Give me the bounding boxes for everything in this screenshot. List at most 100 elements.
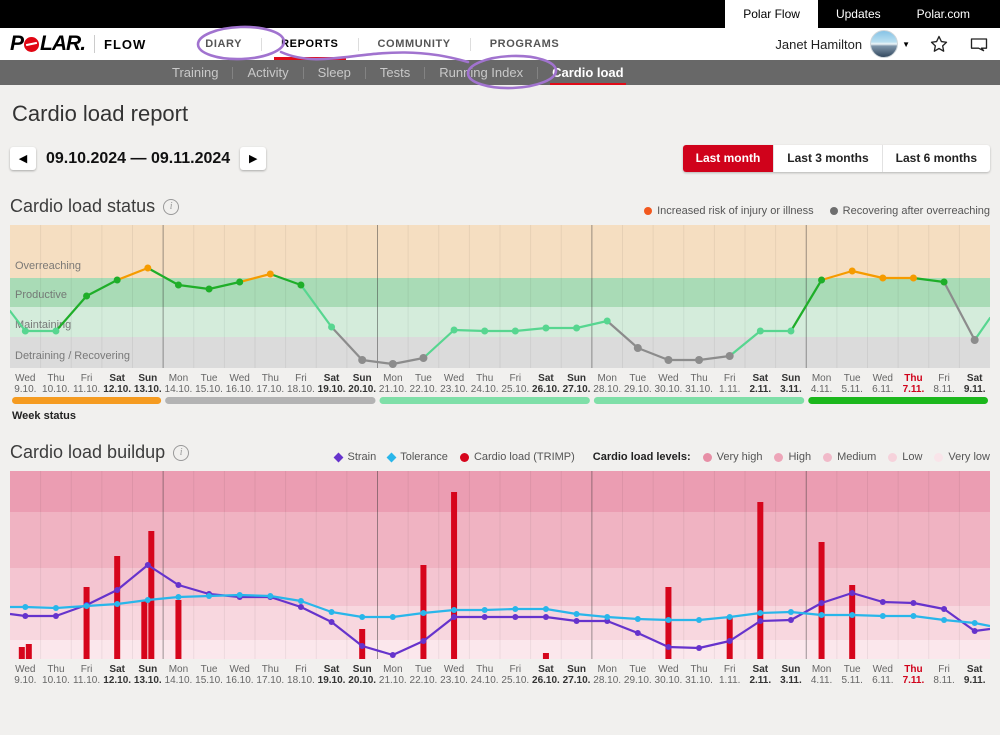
axis-day-label: Thu xyxy=(47,664,64,675)
subnav-item-sleep[interactable]: Sleep xyxy=(304,60,365,85)
zone-label-productive: Productive xyxy=(15,289,67,301)
status-info-icon[interactable]: i xyxy=(163,199,179,215)
axis-day-label: Sat xyxy=(753,373,769,384)
favorites-star-icon[interactable] xyxy=(928,33,950,55)
status-point xyxy=(297,282,304,289)
strain-point xyxy=(329,619,335,625)
user-name[interactable]: Janet Hamilton xyxy=(775,37,862,52)
axis-date-label: 23.10. xyxy=(440,384,468,395)
status-point xyxy=(634,344,642,352)
reports-subnav: TrainingActivitySleepTestsRunning IndexC… xyxy=(0,60,1000,85)
status-point xyxy=(22,328,29,335)
axis-date-label: 18.10. xyxy=(287,384,315,395)
topbar-tab-updates[interactable]: Updates xyxy=(818,0,899,28)
axis-date-label: 12.10. xyxy=(103,675,131,686)
axis-date-label: 30.10. xyxy=(655,384,683,395)
axis-day-label: Sun xyxy=(138,664,157,675)
axis-day-label: Sat xyxy=(967,664,983,675)
axis-date-label: 15.10. xyxy=(195,384,223,395)
status-point xyxy=(726,352,734,360)
legend-dot-icon xyxy=(774,453,783,462)
axis-date-label: 20.10. xyxy=(348,675,376,686)
buildup-info-icon[interactable]: i xyxy=(173,445,189,461)
status-point xyxy=(879,275,886,282)
status-point xyxy=(236,279,243,286)
axis-date-label: 2.11. xyxy=(749,384,771,395)
legend-label: Very high xyxy=(717,451,763,463)
axis-day-label: Sun xyxy=(138,373,157,384)
cardio-load-levels-label: Cardio load levels: xyxy=(593,451,691,463)
subnav-item-cardio-load[interactable]: Cardio load xyxy=(538,60,638,85)
axis-date-label: 24.10. xyxy=(471,384,499,395)
axis-date-label: 14.10. xyxy=(165,384,193,395)
nav-item-programs[interactable]: PROGRAMS xyxy=(471,28,579,60)
nav-item-reports[interactable]: REPORTS xyxy=(262,28,357,60)
topbar-tab-polar-com[interactable]: Polar.com xyxy=(899,0,988,28)
axis-date-label: 19.10. xyxy=(318,384,346,395)
status-point xyxy=(52,328,59,335)
axis-date-label: 16.10. xyxy=(226,384,254,395)
axis-day-label: Fri xyxy=(509,373,521,384)
axis-date-label: 6.11. xyxy=(872,675,894,686)
week-status-pill xyxy=(380,397,590,404)
tolerance-point xyxy=(359,614,365,620)
prev-period-button[interactable]: ◀ xyxy=(10,147,36,170)
axis-date-label: 12.10. xyxy=(103,384,131,395)
polar-logo[interactable]: PLAR. xyxy=(10,32,85,56)
status-point xyxy=(512,328,519,335)
axis-date-label: 7.11. xyxy=(903,384,925,395)
legend-item-increased-risk-of-injury-or-illness: Increased risk of injury or illness xyxy=(644,205,814,217)
legend-item-cardio-load-trimp: Cardio load (TRIMP) xyxy=(460,451,575,463)
week-status-label: Week status xyxy=(12,410,990,422)
legend-dot-icon xyxy=(888,453,897,462)
axis-day-label: Sat xyxy=(753,664,769,675)
subnav-item-running-index[interactable]: Running Index xyxy=(425,60,537,85)
axis-day-label: Mon xyxy=(812,373,831,384)
axis-day-label: Tue xyxy=(415,664,432,675)
nav-item-community[interactable]: COMMUNITY xyxy=(359,28,470,60)
legend-label: Increased risk of injury or illness xyxy=(657,205,814,217)
axis-day-label: Sat xyxy=(967,373,983,384)
avatar[interactable] xyxy=(870,30,898,58)
next-period-button[interactable]: ▶ xyxy=(240,147,266,170)
axis-date-label: 16.10. xyxy=(226,675,254,686)
last-3-months-button[interactable]: Last 3 months xyxy=(773,145,881,172)
axis-date-label: 26.10. xyxy=(532,384,560,395)
nav-item-diary[interactable]: DIARY xyxy=(186,28,261,60)
tolerance-point xyxy=(788,609,794,615)
status-point xyxy=(206,286,213,293)
axis-date-label: 9.10. xyxy=(14,675,36,686)
strain-point xyxy=(972,628,978,634)
axis-date-label: 24.10. xyxy=(471,675,499,686)
logo-period: . xyxy=(80,32,85,56)
tolerance-point xyxy=(53,605,59,611)
tolerance-point xyxy=(451,607,457,613)
axis-date-label: 18.10. xyxy=(287,675,315,686)
trimp-bar xyxy=(543,653,549,659)
trimp-bar xyxy=(84,587,90,659)
legend-item-very-low: Very low xyxy=(934,451,990,463)
tolerance-point xyxy=(420,610,426,616)
axis-day-label: Thu xyxy=(262,373,279,384)
tolerance-point xyxy=(665,617,671,623)
feedback-chat-icon[interactable] xyxy=(968,33,990,55)
tolerance-point xyxy=(512,606,518,612)
chevron-down-icon[interactable]: ▼ xyxy=(902,40,910,49)
axis-date-label: 9.11. xyxy=(964,675,986,686)
subnav-item-activity[interactable]: Activity xyxy=(233,60,302,85)
topbar-tab-polar-flow[interactable]: Polar Flow xyxy=(725,0,818,28)
axis-day-label: Thu xyxy=(262,664,279,675)
status-point xyxy=(389,360,397,368)
status-line-segment xyxy=(454,330,485,331)
axis-day-label: Mon xyxy=(169,373,188,384)
page-title: Cardio load report xyxy=(12,101,990,127)
subnav-item-training[interactable]: Training xyxy=(158,60,232,85)
last-month-button[interactable]: Last month xyxy=(683,145,774,172)
axis-date-label: 5.11. xyxy=(841,384,863,395)
tolerance-point xyxy=(543,606,549,612)
axis-date-label: 29.10. xyxy=(624,675,652,686)
subnav-item-tests[interactable]: Tests xyxy=(366,60,424,85)
last-6-months-button[interactable]: Last 6 months xyxy=(882,145,990,172)
status-point xyxy=(971,336,979,344)
axis-date-label: 22.10. xyxy=(410,675,438,686)
